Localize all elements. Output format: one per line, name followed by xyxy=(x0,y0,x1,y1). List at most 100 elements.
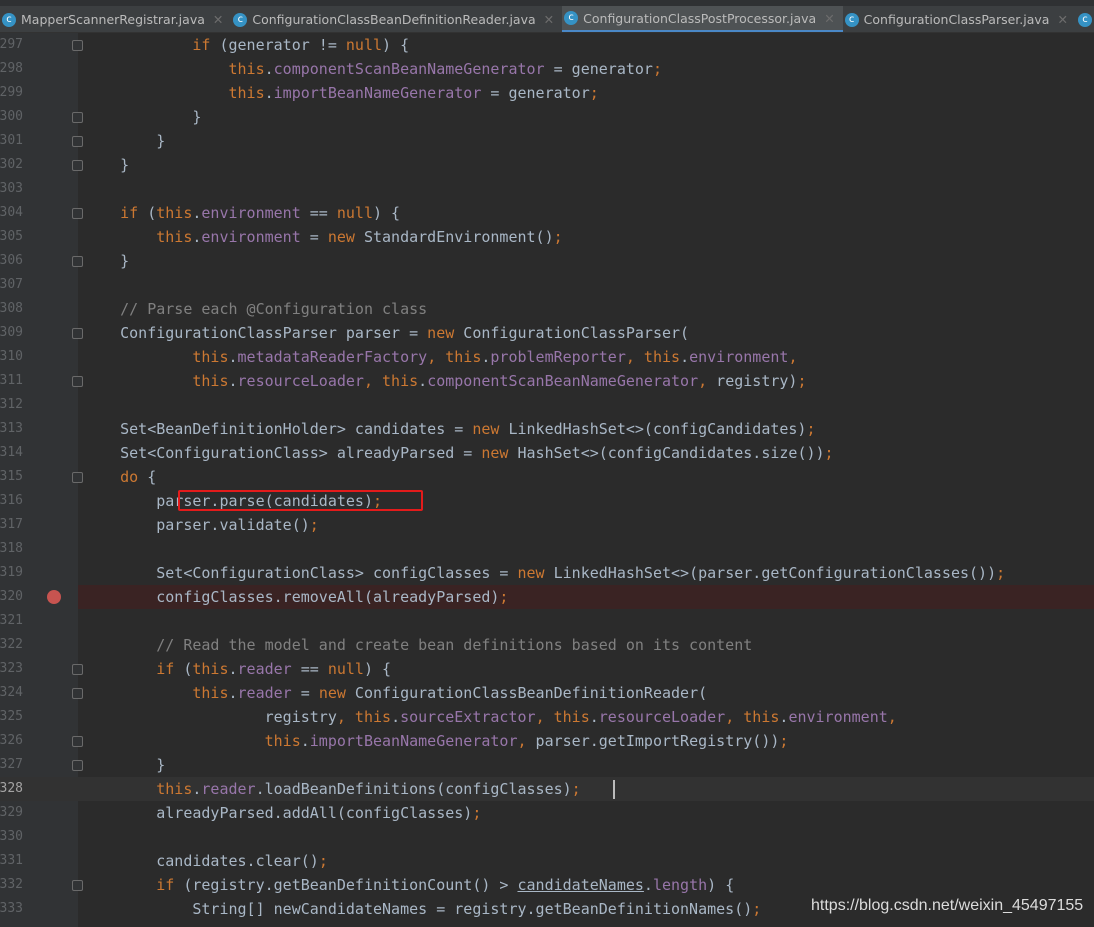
code-line: 316 parser.parse(candidates); xyxy=(0,489,1094,513)
code-token: resourceLoader xyxy=(237,372,364,390)
line-number: 309 xyxy=(0,325,23,340)
code-token: if xyxy=(120,204,139,222)
tab-3[interactable]: c ConfigurationClassParser.java ✕ xyxy=(843,6,1076,32)
code-line: 300 } xyxy=(0,105,1094,129)
code-token: .loadBeanDefinitions(configClasses) xyxy=(255,780,572,798)
code-line: 310 this.metadataReaderFactory, this.pro… xyxy=(0,345,1094,369)
code-token: new xyxy=(517,564,545,582)
fold-marker-icon[interactable] xyxy=(72,664,83,675)
code-text: } xyxy=(84,249,129,273)
code-token: ; xyxy=(797,372,807,390)
tab-1[interactable]: c ConfigurationClassBeanDefinitionReader.… xyxy=(231,6,562,32)
code-token: , this xyxy=(625,348,681,366)
tab-label: ConfigurationClassParser.java xyxy=(863,12,1050,27)
tab-label: ConfigurationClassBeanDefinitionReader.j… xyxy=(252,12,536,27)
fold-marker-icon[interactable] xyxy=(72,208,83,219)
code-token: parser.validate() xyxy=(84,516,310,534)
line-number: 325 xyxy=(0,709,23,724)
fold-marker-icon[interactable] xyxy=(72,472,83,483)
close-icon[interactable]: ✕ xyxy=(824,11,834,26)
code-line: 321 xyxy=(0,609,1094,633)
code-token: . xyxy=(228,660,238,678)
code-text: Set<ConfigurationClass> configClasses = … xyxy=(84,561,1005,585)
code-line: 302 } xyxy=(0,153,1094,177)
code-token: . xyxy=(228,348,238,366)
fold-marker-icon[interactable] xyxy=(72,688,83,699)
class-icon: c xyxy=(2,12,16,27)
close-icon[interactable]: ✕ xyxy=(544,12,554,27)
code-token: this xyxy=(228,84,265,102)
code-token: do xyxy=(120,468,139,486)
code-token: Set<BeanDefinitionHolder> candidates = xyxy=(84,420,473,438)
code-token: } xyxy=(84,108,202,126)
code-line: 320 configClasses.removeAll(alreadyParse… xyxy=(0,585,1094,609)
line-number: 333 xyxy=(0,901,23,916)
line-number: 314 xyxy=(0,445,23,460)
line-number: 310 xyxy=(0,349,23,364)
line-number: 298 xyxy=(0,61,23,76)
code-token: } xyxy=(84,132,166,150)
code-token: if xyxy=(192,36,211,54)
line-number: 308 xyxy=(0,301,23,316)
code-token: StandardEnvironment() xyxy=(354,228,554,246)
code-line: 328 this.reader.loadBeanDefinitions(conf… xyxy=(0,777,1094,801)
line-number: 297 xyxy=(0,37,23,52)
code-text: alreadyParsed.addAll(configClasses); xyxy=(84,801,481,825)
code-text: if (registry.getBeanDefinitionCount() > … xyxy=(84,873,734,897)
code-token: } xyxy=(84,252,130,270)
tab-0[interactable]: c MapperScannerRegistrar.java ✕ xyxy=(0,6,231,32)
line-number: 313 xyxy=(0,421,23,436)
tab-2[interactable]: c ConfigurationClassPostProcessor.java ✕ xyxy=(562,6,843,32)
code-text: } xyxy=(84,129,165,153)
code-token: importBeanNameGenerator xyxy=(273,84,482,102)
line-number: 329 xyxy=(0,805,23,820)
line-number: 323 xyxy=(0,661,23,676)
line-number: 307 xyxy=(0,277,23,292)
code-text: Set<BeanDefinitionHolder> candidates = n… xyxy=(84,417,815,441)
code-token: = xyxy=(291,684,319,702)
code-token: , xyxy=(698,372,708,390)
fold-marker-icon[interactable] xyxy=(72,328,83,339)
tab-4[interactable]: cConfigur xyxy=(1076,6,1094,32)
line-number: 312 xyxy=(0,397,23,412)
code-token: . xyxy=(391,708,401,726)
code-token: ; xyxy=(996,564,1006,582)
fold-marker-icon[interactable] xyxy=(72,760,83,771)
code-line: 313 Set<BeanDefinitionHolder> candidates… xyxy=(0,417,1094,441)
code-token: null xyxy=(336,204,373,222)
code-token: parser.getImportRegistry()) xyxy=(526,732,780,750)
code-text: ConfigurationClassParser parser = new Co… xyxy=(84,321,689,345)
fold-marker-icon[interactable] xyxy=(72,40,83,51)
fold-marker-icon[interactable] xyxy=(72,736,83,747)
code-token: reader xyxy=(201,780,256,798)
code-text: } xyxy=(84,753,165,777)
breakpoint-icon[interactable] xyxy=(47,590,61,604)
code-token: . xyxy=(228,372,238,390)
code-token: Set<ConfigurationClass> configClasses = xyxy=(84,564,518,582)
code-token: configClasses.removeAll(alreadyParsed) xyxy=(84,588,500,606)
code-token: Set<ConfigurationClass> alreadyParsed = xyxy=(84,444,482,462)
close-icon[interactable]: ✕ xyxy=(1057,12,1067,27)
code-token: HashSet<>(configCandidates.size()) xyxy=(508,444,825,462)
close-icon[interactable]: ✕ xyxy=(213,12,223,27)
code-line: 322 // Read the model and create bean de… xyxy=(0,633,1094,657)
code-token: problemReporter xyxy=(490,348,626,366)
code-line: 309 ConfigurationClassParser parser = ne… xyxy=(0,321,1094,345)
tab-label: MapperScannerRegistrar.java xyxy=(21,12,205,27)
code-token: (registry.getBeanDefinitionCount() > xyxy=(174,876,518,894)
code-token: = xyxy=(300,228,328,246)
fold-marker-icon[interactable] xyxy=(72,256,83,267)
code-text: if (this.environment == null) { xyxy=(84,201,400,225)
fold-marker-icon[interactable] xyxy=(72,112,83,123)
fold-marker-icon[interactable] xyxy=(72,160,83,171)
code-token: . xyxy=(643,876,653,894)
code-token: ; xyxy=(571,780,581,798)
code-token: importBeanNameGenerator xyxy=(309,732,518,750)
code-token: ConfigurationClassBeanDefinitionReader( xyxy=(345,684,708,702)
line-number: 315 xyxy=(0,469,23,484)
fold-marker-icon[interactable] xyxy=(72,376,83,387)
fold-marker-icon[interactable] xyxy=(72,136,83,147)
fold-marker-icon[interactable] xyxy=(72,880,83,891)
